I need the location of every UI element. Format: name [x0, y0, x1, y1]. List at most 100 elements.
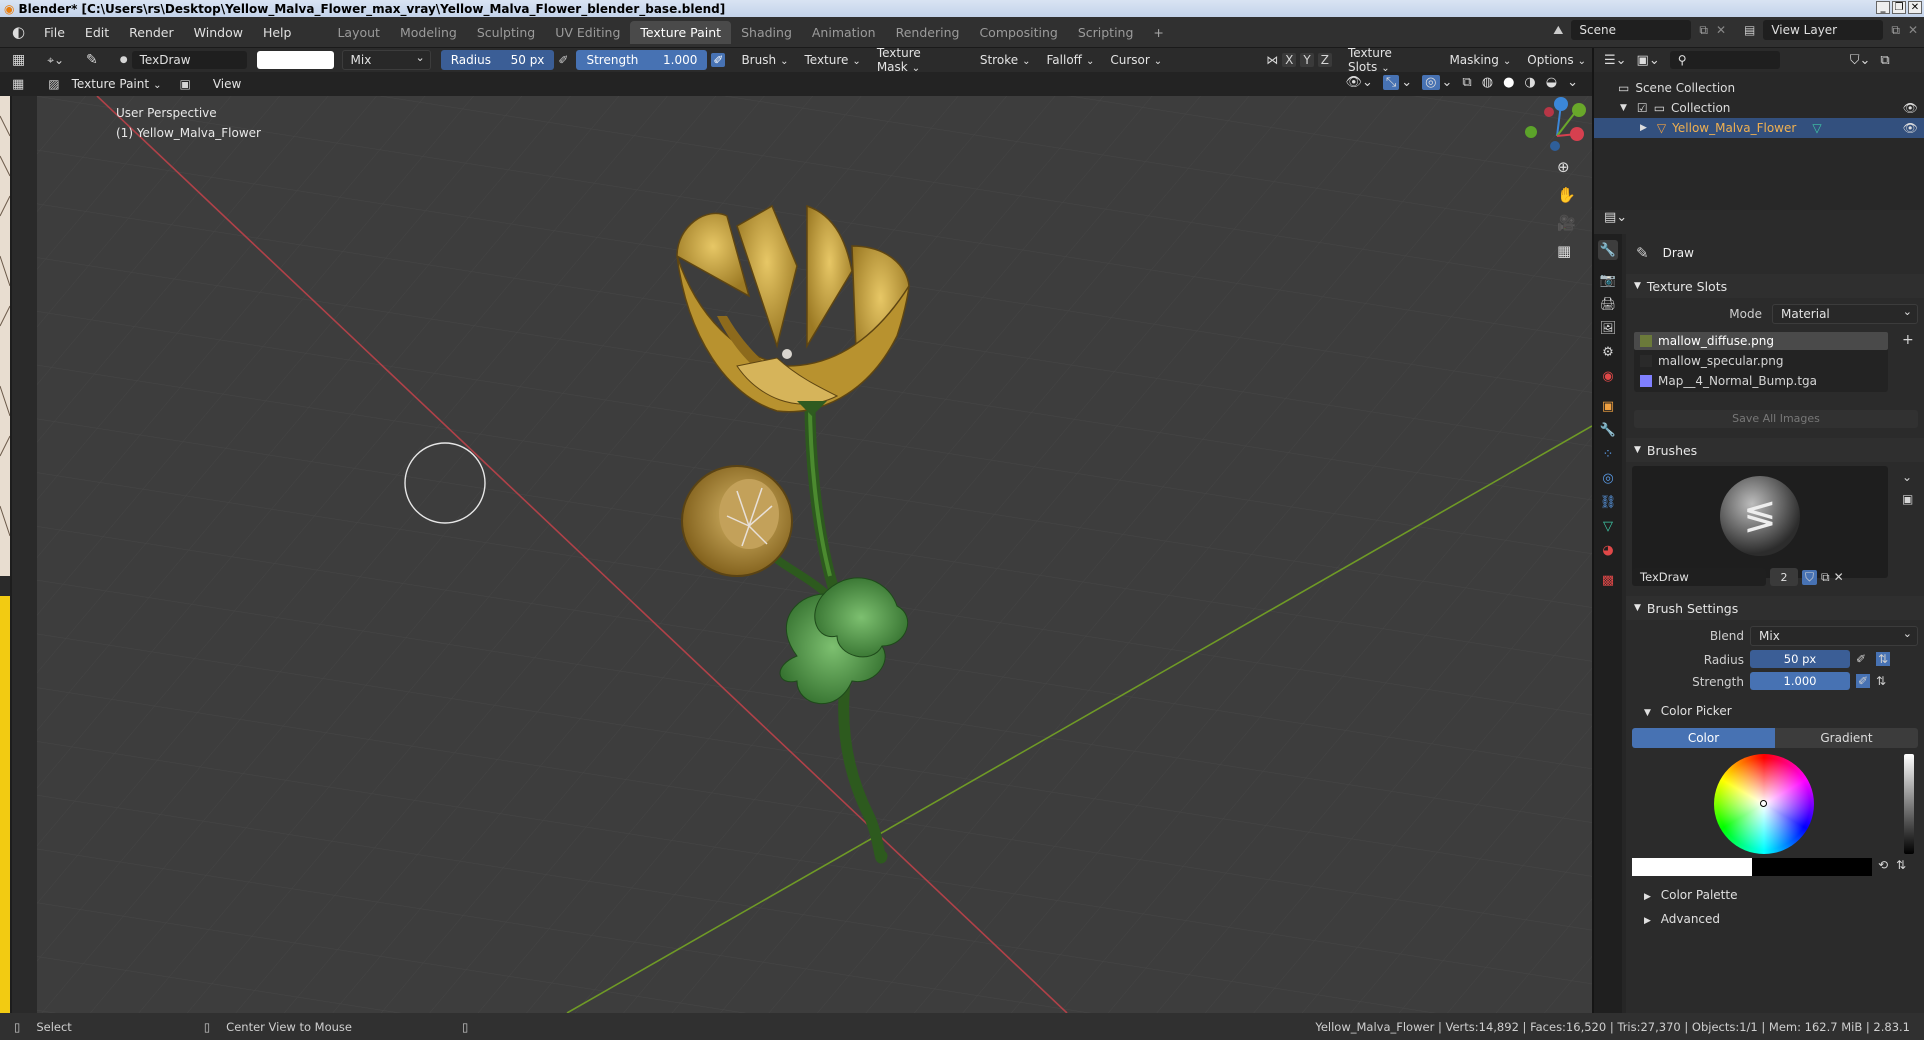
- tab-animation[interactable]: Animation: [802, 21, 886, 44]
- maximize-button[interactable]: ❐: [1892, 1, 1906, 14]
- secondary-color-swatch[interactable]: [1752, 858, 1872, 876]
- editor-type-icon[interactable]: ▦: [12, 52, 25, 68]
- remove-scene-icon[interactable]: ✕: [1716, 23, 1726, 37]
- close-button[interactable]: ✕: [1908, 1, 1922, 14]
- render-tab-icon[interactable]: 📷: [1598, 270, 1618, 290]
- gizmo-toggle-icon[interactable]: ⤡: [1382, 75, 1400, 90]
- blend-mode-dropdown[interactable]: Mix: [341, 50, 431, 70]
- brush-dropdown-icon[interactable]: ⌄: [1902, 470, 1912, 484]
- modifiers-tab-icon[interactable]: 🔧: [1598, 420, 1618, 440]
- wireframe-shading-icon[interactable]: ◍: [1482, 75, 1493, 90]
- color-unit-icon[interactable]: ⇅: [1896, 858, 1906, 872]
- particles-tab-icon[interactable]: ⁘: [1598, 444, 1618, 464]
- radius-pressure-icon[interactable]: ✐: [558, 53, 568, 67]
- physics-tab-icon[interactable]: ◎: [1598, 468, 1618, 488]
- texture-slots-header[interactable]: ▼ Texture Slots: [1626, 274, 1924, 298]
- zoom-icon[interactable]: ⊕: [1557, 158, 1570, 176]
- tab-uv-editing[interactable]: UV Editing: [545, 21, 630, 44]
- view-layer-field[interactable]: View Layer: [1763, 20, 1884, 40]
- brush-preview[interactable]: ≶: [1632, 466, 1888, 578]
- scene-tab-icon[interactable]: ⚙: [1598, 342, 1618, 362]
- properties-editor-icon[interactable]: ▤⌄: [1604, 210, 1627, 225]
- tab-compositing[interactable]: Compositing: [969, 21, 1067, 44]
- color-picker-header[interactable]: ▼ Color Picker: [1644, 704, 1732, 718]
- tab-layout[interactable]: Layout: [327, 21, 390, 44]
- brush-settings-header[interactable]: ▼ Brush Settings: [1626, 596, 1924, 620]
- output-tab-icon[interactable]: 🖨: [1598, 294, 1618, 314]
- new-collection-icon[interactable]: ⧉: [1880, 53, 1889, 68]
- texture-tab-icon[interactable]: ▩: [1598, 570, 1618, 590]
- gradient-tab[interactable]: Gradient: [1775, 728, 1918, 748]
- tab-rendering[interactable]: Rendering: [886, 21, 970, 44]
- strength-pressure-icon[interactable]: ✐: [1856, 674, 1871, 688]
- color-wheel[interactable]: [1714, 754, 1814, 854]
- outliner-item-object[interactable]: ▶ ▽ Yellow_Malva_Flower ▽ 👁: [1594, 118, 1924, 138]
- value-slider[interactable]: [1904, 754, 1914, 854]
- brush-image-icon[interactable]: ▣: [1902, 492, 1913, 506]
- checkbox-icon[interactable]: ☑: [1637, 101, 1648, 115]
- display-mode-icon[interactable]: ▣⌄: [1637, 53, 1660, 68]
- duplicate-brush-icon[interactable]: ⧉: [1821, 570, 1830, 585]
- radius-pressure-icon[interactable]: ✐: [1856, 652, 1866, 666]
- material-tab-icon[interactable]: ◕: [1598, 540, 1618, 560]
- swap-colors-icon[interactable]: ⟲: [1878, 858, 1888, 872]
- mode-dropdown[interactable]: Material: [1772, 304, 1918, 324]
- options-menu[interactable]: Options: [1521, 51, 1592, 69]
- brush-blend-dropdown[interactable]: Mix: [1750, 626, 1918, 646]
- tab-scripting[interactable]: Scripting: [1068, 21, 1144, 44]
- material-shading-icon[interactable]: ◑: [1524, 75, 1535, 90]
- view-layer-tab-icon[interactable]: 🖼: [1598, 318, 1618, 338]
- tab-shading[interactable]: Shading: [731, 21, 802, 44]
- brush-name-input[interactable]: TexDraw: [1632, 568, 1766, 586]
- outliner-search-input[interactable]: ⚲: [1669, 51, 1780, 69]
- brushes-header[interactable]: ▼ Brushes: [1626, 438, 1924, 462]
- tool-settings-icon[interactable]: ⌖⌄: [47, 53, 64, 68]
- expand-arrow-icon[interactable]: ▶: [1640, 123, 1647, 133]
- menu-help[interactable]: Help: [253, 25, 302, 40]
- mirror-z-button[interactable]: Z: [1317, 53, 1332, 67]
- texture-slot-item[interactable]: mallow_specular.png: [1634, 352, 1888, 370]
- brush-slot-icon[interactable]: ●: [120, 55, 128, 65]
- expand-arrow-icon[interactable]: ▼: [1620, 103, 1627, 113]
- menu-edit[interactable]: Edit: [75, 25, 119, 40]
- scene-icon[interactable]: ⛰: [1553, 23, 1563, 38]
- outliner-item-collection[interactable]: ▼ ☑ ▭ Collection 👁: [1594, 98, 1924, 118]
- view-menu[interactable]: View: [207, 75, 247, 93]
- tab-sculpting[interactable]: Sculpting: [467, 21, 545, 44]
- brush-menu[interactable]: Brush: [735, 51, 794, 69]
- outliner-item-scene-collection[interactable]: ▭ Scene Collection: [1594, 78, 1924, 98]
- save-all-images-button[interactable]: Save All Images: [1634, 410, 1918, 428]
- mirror-y-button[interactable]: Y: [1300, 53, 1314, 67]
- strength-unit-icon[interactable]: ⇅: [1876, 674, 1886, 688]
- solid-shading-icon[interactable]: ●: [1503, 75, 1514, 90]
- rendered-shading-icon[interactable]: ◒: [1546, 75, 1557, 90]
- radius-slider[interactable]: Radius 50 px: [440, 50, 555, 70]
- shading-options-icon[interactable]: ⌄: [1567, 75, 1578, 90]
- brush-name-field[interactable]: TexDraw: [131, 51, 248, 69]
- tab-texture-paint[interactable]: Texture Paint: [630, 20, 732, 44]
- strength-slider[interactable]: Strength 1.000: [576, 50, 708, 70]
- ortho-toggle-icon[interactable]: ▦: [1557, 242, 1571, 260]
- fake-user-icon[interactable]: ⛉: [1802, 569, 1818, 585]
- advanced-header[interactable]: ▶ Advanced: [1644, 912, 1720, 926]
- add-workspace-icon[interactable]: +: [1143, 21, 1173, 44]
- new-view-layer-icon[interactable]: ⧉: [1891, 23, 1900, 38]
- unlink-brush-icon[interactable]: ✕: [1834, 570, 1844, 584]
- remove-view-layer-icon[interactable]: ✕: [1908, 23, 1918, 37]
- viewport-editor-icon[interactable]: ▦: [12, 77, 24, 92]
- scene-field[interactable]: Scene: [1571, 20, 1692, 40]
- menu-render[interactable]: Render: [119, 25, 184, 40]
- pan-hand-icon[interactable]: ✋: [1557, 186, 1576, 204]
- filter-icon[interactable]: ⛉⌄: [1850, 53, 1871, 68]
- eye-icon[interactable]: 👁: [1903, 101, 1918, 115]
- strength-pressure-icon[interactable]: ✐: [711, 53, 726, 67]
- add-slot-icon[interactable]: +: [1902, 332, 1914, 348]
- masking-menu[interactable]: Masking: [1443, 51, 1517, 69]
- falloff-menu[interactable]: Falloff: [1041, 51, 1101, 69]
- navigation-gizmo[interactable]: [1517, 96, 1592, 176]
- 3d-viewport[interactable]: User Perspective (1) Yellow_Malva_Flower…: [37, 96, 1592, 1013]
- brush-users-count[interactable]: 2: [1770, 568, 1798, 586]
- camera-view-icon[interactable]: 🎥: [1557, 214, 1576, 232]
- constraints-tab-icon[interactable]: ⛓: [1598, 492, 1618, 512]
- color-palette-header[interactable]: ▶ Color Palette: [1644, 888, 1737, 902]
